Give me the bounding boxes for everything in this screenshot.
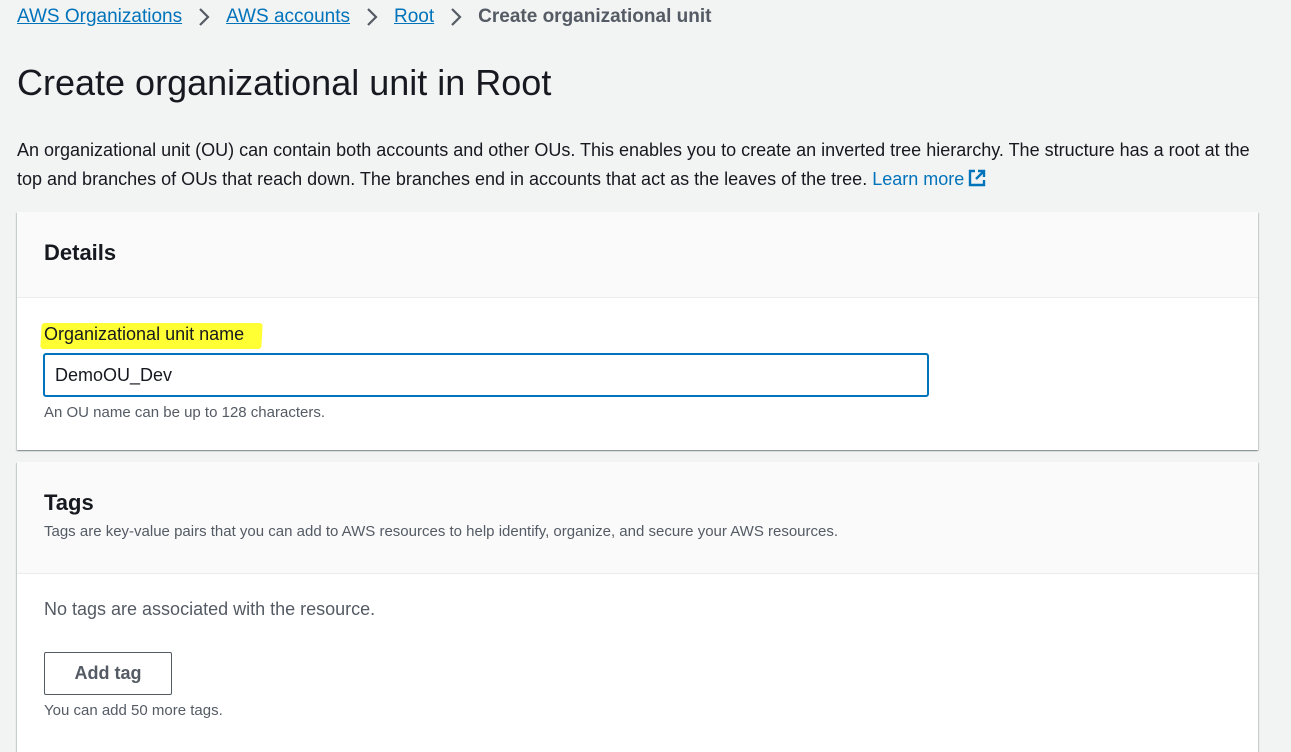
- tags-panel: Tags Tags are key-value pairs that you c…: [17, 462, 1258, 752]
- breadcrumb-aws-accounts[interactable]: AWS accounts: [226, 6, 350, 28]
- chevron-right-icon: [182, 4, 226, 30]
- tags-description: Tags are key-value pairs that you can ad…: [44, 523, 839, 540]
- no-tags-message: No tags are associated with the resource…: [44, 599, 376, 619]
- tags-heading: Tags: [44, 490, 94, 515]
- page-title: Create organizational unit in Root: [17, 62, 552, 103]
- breadcrumb-aws-organizations[interactable]: AWS Organizations: [17, 6, 182, 28]
- breadcrumb: AWS Organizations AWS accounts Root Crea…: [17, 4, 711, 30]
- ou-name-constraint: An OU name can be up to 128 characters.: [44, 404, 325, 421]
- chevron-right-icon: [434, 4, 478, 30]
- details-panel: Details Organizational unit name An OU n…: [17, 212, 1258, 450]
- ou-name-input[interactable]: [43, 353, 929, 397]
- learn-more-label: Learn more: [872, 169, 965, 189]
- details-heading: Details: [44, 240, 117, 265]
- tags-limit-text: You can add 50 more tags.: [44, 702, 223, 719]
- chevron-right-icon: [350, 4, 394, 30]
- breadcrumb-root[interactable]: Root: [394, 6, 434, 28]
- details-panel-header: Details: [17, 212, 1258, 298]
- breadcrumb-current: Create organizational unit: [478, 6, 712, 27]
- ou-name-label: Organizational unit name: [44, 324, 245, 344]
- external-link-icon: [969, 169, 986, 187]
- tags-panel-header: Tags Tags are key-value pairs that you c…: [17, 462, 1258, 574]
- add-tag-button[interactable]: Add tag: [44, 652, 172, 695]
- page-description-text: An organizational unit (OU) can contain …: [17, 140, 1250, 189]
- page-description: An organizational unit (OU) can contain …: [17, 136, 1257, 194]
- learn-more-link[interactable]: Learn more: [872, 169, 987, 189]
